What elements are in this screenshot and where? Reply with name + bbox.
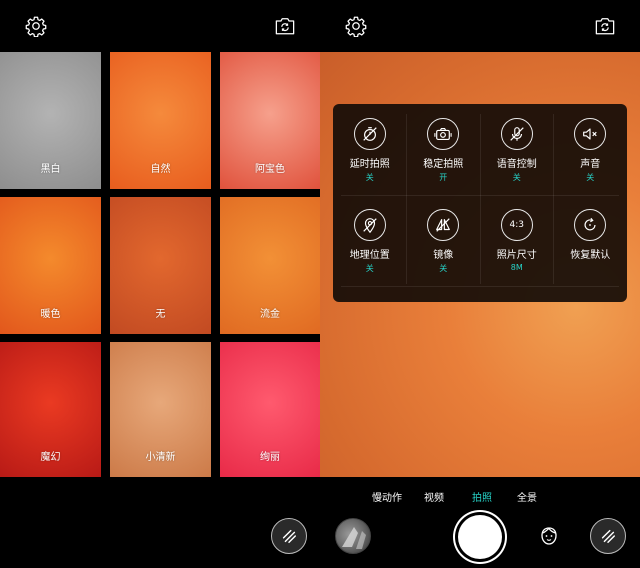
filter-label: 绚丽 xyxy=(260,452,280,463)
settings-panel: 延时拍照 关 稳定拍照 开 语音控制 关 声音 关 地理位置 关 镜像 关 4:… xyxy=(333,104,627,302)
setting-voice[interactable]: 语音控制 关 xyxy=(480,104,554,195)
location-off-icon xyxy=(353,209,386,241)
setting-label: 延时拍照 xyxy=(349,159,390,170)
aspect-ratio-text: 4:3 xyxy=(509,220,524,230)
camera-screen: 延时拍照 关 稳定拍照 开 语音控制 关 声音 关 地理位置 关 镜像 关 4:… xyxy=(320,0,640,568)
camera-preview[interactable]: 延时拍照 关 稳定拍照 开 语音控制 关 声音 关 地理位置 关 镜像 关 4:… xyxy=(320,52,640,477)
setting-photo-size[interactable]: 4:3 照片尺寸 8M xyxy=(480,195,554,286)
filter-tile[interactable]: 无 xyxy=(110,197,211,334)
aspect-ratio-icon: 4:3 xyxy=(500,209,533,241)
filter-toggle-button[interactable] xyxy=(271,518,307,554)
setting-value: 关 xyxy=(586,173,595,182)
setting-value: 8M xyxy=(510,263,523,272)
setting-stable[interactable]: 稳定拍照 开 xyxy=(407,104,481,195)
mode-photo[interactable]: 拍照 xyxy=(472,489,492,504)
gallery-preview-image xyxy=(342,527,366,549)
speaker-mute-icon xyxy=(574,118,607,150)
filter-label: 暖色 xyxy=(40,309,61,320)
setting-value: 关 xyxy=(512,173,521,182)
mode-slow-motion[interactable]: 慢动作 xyxy=(372,489,402,504)
filter-tile[interactable]: 绚丽 xyxy=(220,342,320,477)
setting-label: 语音控制 xyxy=(496,159,537,170)
mic-off-icon xyxy=(500,118,533,150)
setting-sound[interactable]: 声音 关 xyxy=(554,104,628,195)
bottom-bar xyxy=(0,477,320,568)
filter-stripes-icon xyxy=(601,529,616,544)
mode-panorama[interactable]: 全景 xyxy=(517,489,537,504)
shutter-button[interactable] xyxy=(458,515,502,559)
setting-location[interactable]: 地理位置 关 xyxy=(333,195,407,286)
filter-screen: 黑白 自然 阿宝色 暖色 无 流金 魔幻 小清新 绚丽 xyxy=(0,0,320,568)
filter-label: 小清新 xyxy=(145,452,176,463)
top-bar xyxy=(320,0,640,52)
filter-tile[interactable]: 阿宝色 xyxy=(220,52,320,189)
mode-selector: 慢动作 视频 拍照 全景 xyxy=(320,489,640,505)
filter-label: 自然 xyxy=(150,164,171,175)
filter-toggle-button[interactable] xyxy=(590,518,626,554)
camera-switch-icon[interactable] xyxy=(592,13,618,39)
filter-tile[interactable]: 暖色 xyxy=(0,197,101,334)
filter-label: 魔幻 xyxy=(40,452,61,463)
filter-tile[interactable]: 魔幻 xyxy=(0,342,101,477)
timer-off-icon xyxy=(353,118,386,150)
setting-restore[interactable]: 恢复默认 xyxy=(554,195,628,286)
divider xyxy=(341,286,619,287)
setting-label: 地理位置 xyxy=(349,250,390,261)
mode-video[interactable]: 视频 xyxy=(424,489,444,504)
filter-grid: 黑白 自然 阿宝色 暖色 无 流金 魔幻 小清新 绚丽 xyxy=(0,52,320,477)
top-bar xyxy=(0,0,320,52)
filter-stripes-icon xyxy=(282,529,297,544)
filter-tile[interactable]: 自然 xyxy=(110,52,211,189)
setting-value: 关 xyxy=(365,173,374,182)
camera-switch-icon[interactable] xyxy=(272,13,298,39)
restore-icon xyxy=(574,209,607,241)
filter-tile[interactable]: 小清新 xyxy=(110,342,211,477)
setting-timer[interactable]: 延时拍照 关 xyxy=(333,104,407,195)
filter-tile[interactable]: 流金 xyxy=(220,197,320,334)
gear-icon[interactable] xyxy=(343,13,369,39)
setting-value: 关 xyxy=(439,264,448,273)
filter-tile[interactable]: 黑白 xyxy=(0,52,101,189)
filter-label: 阿宝色 xyxy=(255,164,285,175)
filter-label: 流金 xyxy=(260,309,280,320)
camera-stable-icon xyxy=(427,118,460,150)
gallery-thumbnail[interactable] xyxy=(335,518,371,554)
setting-label: 照片尺寸 xyxy=(496,250,537,261)
setting-label: 稳定拍照 xyxy=(423,159,464,170)
setting-value: 关 xyxy=(365,264,374,273)
setting-mirror[interactable]: 镜像 关 xyxy=(407,195,481,286)
beauty-face-icon[interactable] xyxy=(537,524,561,548)
filter-label: 黑白 xyxy=(40,164,61,175)
gear-icon[interactable] xyxy=(23,13,49,39)
setting-label: 镜像 xyxy=(433,250,454,261)
setting-label: 恢复默认 xyxy=(570,250,611,261)
filter-label: 无 xyxy=(155,309,166,320)
mirror-off-icon xyxy=(427,209,460,241)
setting-label: 声音 xyxy=(580,159,601,170)
setting-value: 开 xyxy=(439,173,448,182)
